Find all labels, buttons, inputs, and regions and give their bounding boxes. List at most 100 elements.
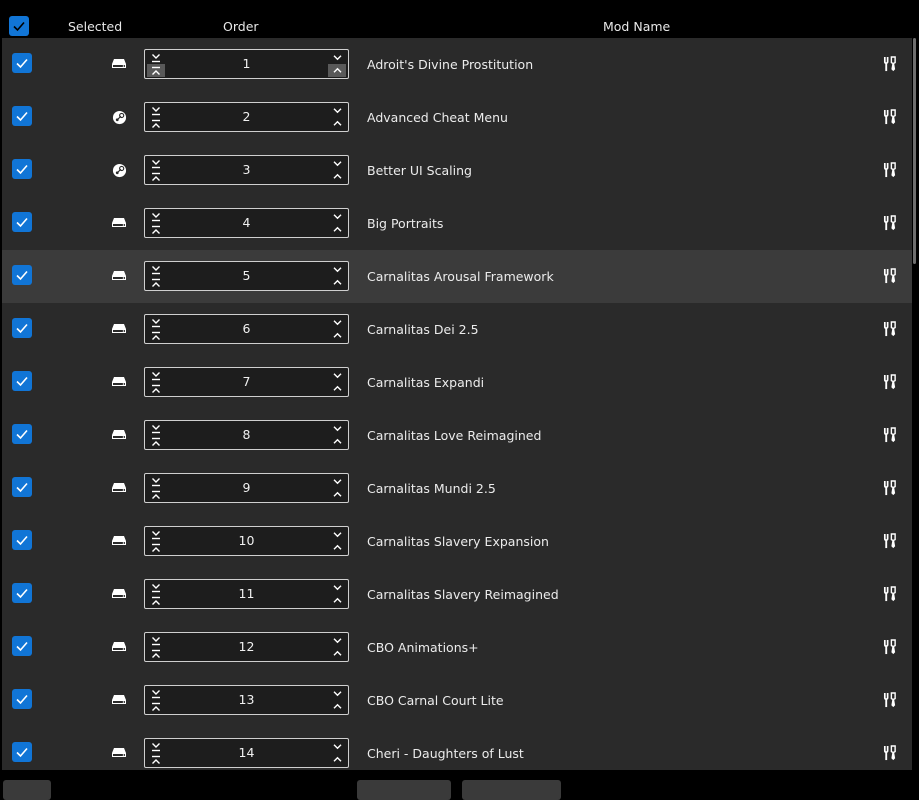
move-to-top-icon[interactable] xyxy=(147,647,165,660)
order-value[interactable]: 6 xyxy=(169,321,324,336)
tools-icon[interactable] xyxy=(880,107,898,127)
chevron-up-icon[interactable] xyxy=(328,753,346,766)
tools-icon[interactable] xyxy=(880,531,898,551)
table-row[interactable]: 2 Advanced Cheat Menu xyxy=(2,91,912,144)
move-to-bottom-icon[interactable] xyxy=(147,104,165,117)
table-row[interactable]: 1 Adroit's Divine Prostitution xyxy=(2,38,912,91)
select-all-checkbox[interactable] xyxy=(9,16,29,36)
row-select-checkbox[interactable] xyxy=(12,424,32,444)
move-to-bottom-icon[interactable] xyxy=(147,369,165,382)
table-row[interactable]: 7 Carnalitas Expandi xyxy=(2,356,912,409)
move-to-top-icon[interactable] xyxy=(147,170,165,183)
move-to-top-icon[interactable] xyxy=(147,223,165,236)
tools-icon[interactable] xyxy=(880,213,898,233)
row-select-checkbox[interactable] xyxy=(12,265,32,285)
move-to-top-icon[interactable] xyxy=(147,276,165,289)
tools-icon[interactable] xyxy=(880,478,898,498)
move-to-bottom-icon[interactable] xyxy=(147,316,165,329)
move-to-bottom-icon[interactable] xyxy=(147,51,165,64)
move-to-bottom-icon[interactable] xyxy=(147,210,165,223)
footer-button-left[interactable] xyxy=(3,780,51,800)
chevron-down-icon[interactable] xyxy=(328,210,346,223)
chevron-down-icon[interactable] xyxy=(328,740,346,753)
chevron-down-icon[interactable] xyxy=(328,263,346,276)
tools-icon[interactable] xyxy=(880,584,898,604)
order-value[interactable]: 5 xyxy=(169,268,324,283)
tools-icon[interactable] xyxy=(880,266,898,286)
move-to-bottom-icon[interactable] xyxy=(147,263,165,276)
chevron-down-icon[interactable] xyxy=(328,369,346,382)
chevron-down-icon[interactable] xyxy=(328,316,346,329)
order-value[interactable]: 7 xyxy=(169,374,324,389)
order-value[interactable]: 10 xyxy=(169,533,324,548)
tools-icon[interactable] xyxy=(880,690,898,710)
order-stepper[interactable]: 12 xyxy=(144,632,349,662)
move-to-bottom-icon[interactable] xyxy=(147,634,165,647)
order-stepper[interactable]: 13 xyxy=(144,685,349,715)
order-value[interactable]: 4 xyxy=(169,215,324,230)
chevron-up-icon[interactable] xyxy=(328,117,346,130)
order-stepper[interactable]: 2 xyxy=(144,102,349,132)
order-value[interactable]: 13 xyxy=(169,692,324,707)
chevron-down-icon[interactable] xyxy=(328,51,346,64)
table-row[interactable]: 11 Carnalitas Slavery Reimagined xyxy=(2,568,912,621)
move-to-bottom-icon[interactable] xyxy=(147,740,165,753)
move-to-top-icon[interactable] xyxy=(147,594,165,607)
chevron-up-icon[interactable] xyxy=(328,594,346,607)
row-select-checkbox[interactable] xyxy=(12,106,32,126)
tools-icon[interactable] xyxy=(880,54,898,74)
move-to-bottom-icon[interactable] xyxy=(147,475,165,488)
order-stepper[interactable]: 8 xyxy=(144,420,349,450)
move-to-top-icon[interactable] xyxy=(147,382,165,395)
row-select-checkbox[interactable] xyxy=(12,689,32,709)
tools-icon[interactable] xyxy=(880,319,898,339)
row-select-checkbox[interactable] xyxy=(12,159,32,179)
order-stepper[interactable]: 10 xyxy=(144,526,349,556)
order-stepper[interactable]: 7 xyxy=(144,367,349,397)
move-to-top-icon[interactable] xyxy=(147,753,165,766)
move-to-top-icon[interactable] xyxy=(147,329,165,342)
row-select-checkbox[interactable] xyxy=(12,477,32,497)
tools-icon[interactable] xyxy=(880,425,898,445)
move-to-top-icon[interactable] xyxy=(147,435,165,448)
tools-icon[interactable] xyxy=(880,743,898,763)
table-row[interactable]: 14 Cheri - Daughters of Lust xyxy=(2,727,912,770)
order-value[interactable]: 9 xyxy=(169,480,324,495)
order-value[interactable]: 3 xyxy=(169,162,324,177)
table-row[interactable]: 5 Carnalitas Arousal Framework xyxy=(2,250,912,303)
table-row[interactable]: 3 Better UI Scaling xyxy=(2,144,912,197)
order-stepper[interactable]: 11 xyxy=(144,579,349,609)
order-stepper[interactable]: 5 xyxy=(144,261,349,291)
order-value[interactable]: 11 xyxy=(169,586,324,601)
order-value[interactable]: 12 xyxy=(169,639,324,654)
move-to-top-icon[interactable] xyxy=(147,700,165,713)
chevron-down-icon[interactable] xyxy=(328,157,346,170)
row-select-checkbox[interactable] xyxy=(12,742,32,762)
chevron-down-icon[interactable] xyxy=(328,422,346,435)
chevron-down-icon[interactable] xyxy=(328,528,346,541)
order-stepper[interactable]: 3 xyxy=(144,155,349,185)
table-row[interactable]: 9 Carnalitas Mundi 2.5 xyxy=(2,462,912,515)
table-row[interactable]: 8 Carnalitas Love Reimagined xyxy=(2,409,912,462)
move-to-bottom-icon[interactable] xyxy=(147,157,165,170)
move-to-top-icon[interactable] xyxy=(147,488,165,501)
order-stepper[interactable]: 6 xyxy=(144,314,349,344)
column-header-selected[interactable]: Selected xyxy=(68,19,122,34)
chevron-up-icon[interactable] xyxy=(328,64,346,77)
row-select-checkbox[interactable] xyxy=(12,53,32,73)
table-row[interactable]: 12 CBO Animations+ xyxy=(2,621,912,674)
chevron-down-icon[interactable] xyxy=(328,104,346,117)
scrollbar-thumb[interactable] xyxy=(913,38,916,264)
footer-button-middle[interactable] xyxy=(357,780,451,800)
tools-icon[interactable] xyxy=(880,637,898,657)
order-stepper[interactable]: 9 xyxy=(144,473,349,503)
table-row[interactable]: 6 Carnalitas Dei 2.5 xyxy=(2,303,912,356)
chevron-up-icon[interactable] xyxy=(328,276,346,289)
order-stepper[interactable]: 4 xyxy=(144,208,349,238)
row-select-checkbox[interactable] xyxy=(12,371,32,391)
table-row[interactable]: 10 Carnalitas Slavery Expansion xyxy=(2,515,912,568)
order-value[interactable]: 14 xyxy=(169,745,324,760)
chevron-up-icon[interactable] xyxy=(328,700,346,713)
order-value[interactable]: 2 xyxy=(169,109,324,124)
row-select-checkbox[interactable] xyxy=(12,530,32,550)
